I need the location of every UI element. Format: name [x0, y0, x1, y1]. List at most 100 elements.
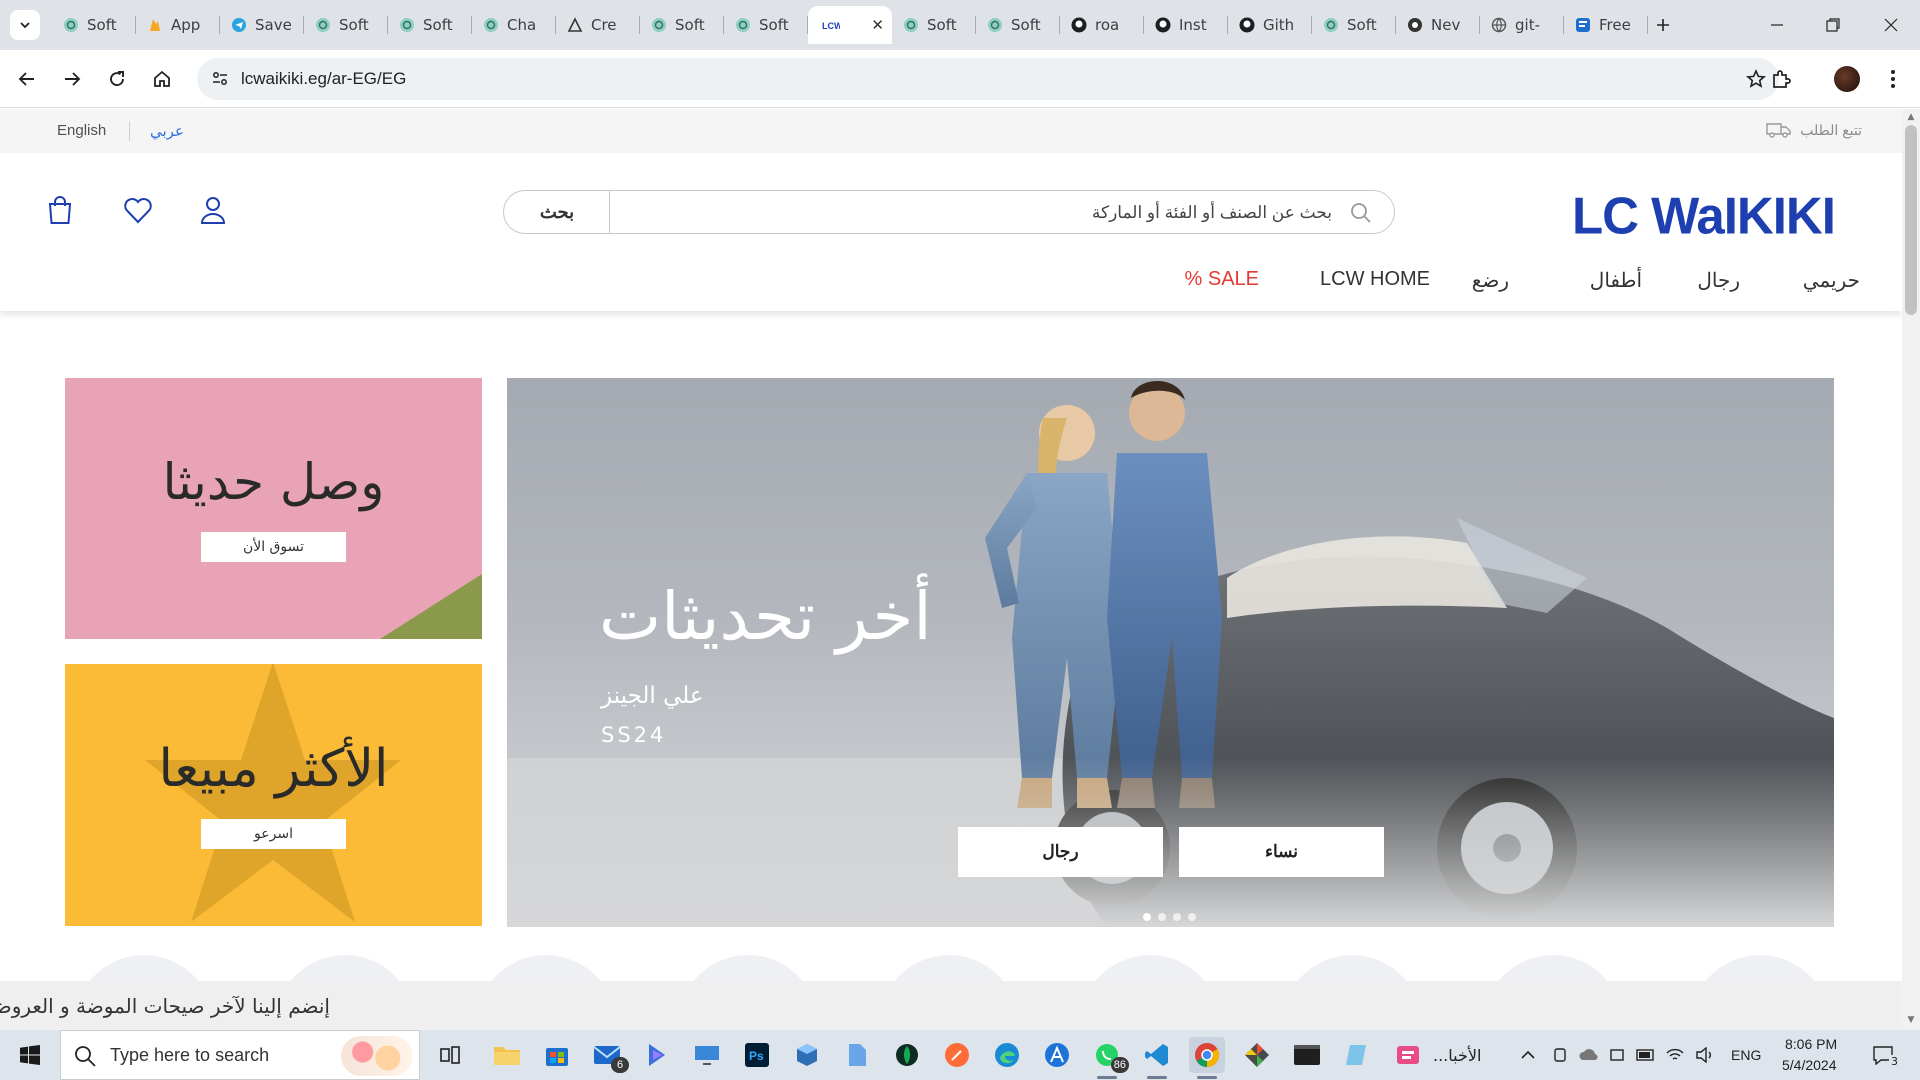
browser-tab[interactable]: git-	[1480, 6, 1564, 44]
category-circle[interactable]	[879, 955, 1019, 981]
back-button[interactable]	[12, 64, 42, 94]
chrome-app[interactable]	[1189, 1037, 1225, 1079]
clock-date[interactable]: 5/4/2024	[1782, 1057, 1837, 1073]
reload-button[interactable]	[102, 64, 132, 94]
shop-now-button[interactable]: تسوق الأن	[201, 532, 346, 562]
browser-tab[interactable]: Soft	[640, 6, 724, 44]
browser-tab[interactable]: Cha	[472, 6, 556, 44]
track-order-link[interactable]: تتبع الطلب	[1766, 121, 1862, 139]
notification-center-button[interactable]: 3	[1868, 1046, 1900, 1068]
category-circle[interactable]	[1483, 955, 1623, 981]
url-text[interactable]: lcwaikiki.eg/ar-EG/EG	[241, 69, 406, 89]
browser-tab[interactable]: Soft	[388, 6, 472, 44]
nav-baby[interactable]: رضع	[1472, 268, 1509, 293]
onedrive-icon[interactable]	[1578, 1046, 1598, 1064]
start-button[interactable]	[0, 1030, 60, 1080]
category-circle[interactable]	[1080, 955, 1220, 981]
category-circle[interactable]	[678, 955, 818, 981]
taskbar-search-box[interactable]: Type here to search	[60, 1030, 420, 1080]
carousel-dot[interactable]	[1188, 913, 1196, 921]
close-window-button[interactable]	[1876, 12, 1906, 38]
category-circle[interactable]	[476, 955, 616, 981]
new-arrivals-banner[interactable]: وصل حديثا تسوق الأن	[65, 378, 482, 639]
photoshop-app[interactable]: Ps	[739, 1037, 775, 1073]
browser-tab[interactable]: Soft	[1312, 6, 1396, 44]
security-icon[interactable]	[1607, 1046, 1627, 1064]
category-circle[interactable]	[1690, 955, 1830, 981]
meet-now-icon[interactable]	[1550, 1046, 1570, 1064]
carousel-dot[interactable]	[1173, 913, 1181, 921]
scrollbar-thumb[interactable]	[1905, 125, 1917, 315]
file-explorer-app[interactable]	[489, 1037, 525, 1073]
vscode-app[interactable]	[1139, 1037, 1175, 1079]
a-app[interactable]	[1039, 1037, 1075, 1073]
browser-tab[interactable]: Nev	[1396, 6, 1480, 44]
mongodb-app[interactable]	[889, 1037, 925, 1073]
extensions-button[interactable]	[1766, 64, 1796, 94]
scroll-down-arrow[interactable]: ▼	[1906, 1015, 1916, 1025]
nav-kids[interactable]: أطفال	[1590, 268, 1642, 293]
site-info-icon[interactable]	[207, 66, 233, 92]
carousel-dot[interactable]	[1143, 913, 1151, 921]
favorites-button[interactable]	[121, 193, 155, 227]
category-circle[interactable]	[275, 955, 415, 981]
volume-icon[interactable]	[1694, 1046, 1714, 1064]
file-app[interactable]	[839, 1037, 875, 1073]
nav-women[interactable]: حريمي	[1803, 268, 1860, 293]
copilot-app[interactable]	[639, 1037, 675, 1073]
browser-tab[interactable]: Soft	[976, 6, 1060, 44]
category-circle[interactable]	[1282, 955, 1422, 981]
browser-tab[interactable]: Soft	[52, 6, 136, 44]
browser-tab[interactable]: Gith	[1228, 6, 1312, 44]
nav-men[interactable]: رجال	[1697, 268, 1740, 293]
tab-search-button[interactable]	[10, 10, 40, 40]
scroll-up-arrow[interactable]: ▲	[1906, 112, 1916, 122]
wifi-icon[interactable]	[1665, 1046, 1685, 1064]
task-view-button[interactable]	[432, 1037, 468, 1073]
nav-lcw-home[interactable]: LCW HOME	[1320, 268, 1430, 291]
whatsapp-app[interactable]: 86	[1089, 1037, 1129, 1079]
clock-time[interactable]: 8:06 PM	[1785, 1036, 1837, 1052]
remote-desktop-app[interactable]	[689, 1037, 725, 1073]
browser-menu-button[interactable]	[1878, 64, 1908, 94]
lc-waikiki-logo[interactable]: LC WaIKIKI	[1572, 189, 1860, 242]
git-app[interactable]	[1239, 1037, 1275, 1073]
virtualbox-app[interactable]	[789, 1037, 825, 1073]
category-circle[interactable]	[74, 955, 214, 981]
language-arabic-link[interactable]: عربي	[150, 122, 184, 140]
browser-tab[interactable]: Free	[1564, 6, 1648, 44]
hurry-button[interactable]: اسرعو	[201, 819, 346, 849]
browser-tab[interactable]: Inst	[1144, 6, 1228, 44]
terminal-app[interactable]	[1289, 1037, 1325, 1073]
profile-avatar[interactable]	[1834, 66, 1860, 92]
shop-men-button[interactable]: رجال	[958, 827, 1163, 877]
postman-app[interactable]	[939, 1037, 975, 1073]
minimize-button[interactable]	[1762, 12, 1792, 38]
language-english-link[interactable]: English	[57, 122, 106, 139]
close-tab-icon[interactable]: ✕	[871, 16, 884, 34]
restore-button[interactable]	[1818, 12, 1848, 38]
shop-women-button[interactable]: نساء	[1179, 827, 1384, 877]
browser-tab[interactable]: Soft	[892, 6, 976, 44]
address-bar[interactable]: lcwaikiki.eg/ar-EG/EG	[197, 58, 1779, 100]
nav-sale[interactable]: % SALE	[1185, 268, 1259, 291]
battery-icon[interactable]	[1636, 1046, 1656, 1064]
browser-tab[interactable]: Save	[220, 6, 304, 44]
browser-tab[interactable]: Soft	[304, 6, 388, 44]
cart-button[interactable]	[43, 193, 77, 227]
mail-app[interactable]: 6	[589, 1037, 629, 1073]
account-button[interactable]	[196, 193, 230, 227]
browser-tab[interactable]: LCW ✕	[808, 6, 892, 44]
browser-tab[interactable]: App	[136, 6, 220, 44]
browser-tab[interactable]: Cre	[556, 6, 640, 44]
browser-tab[interactable]: Soft	[724, 6, 808, 44]
new-tab-button[interactable]	[1650, 12, 1676, 38]
notepad-app[interactable]	[1339, 1037, 1375, 1073]
best-sellers-banner[interactable]: الأكثر مبيعا اسرعو	[65, 664, 482, 926]
search-button[interactable]: بحث	[503, 190, 610, 234]
input-language[interactable]: ENG	[1731, 1047, 1761, 1063]
microsoft-store-app[interactable]	[539, 1037, 575, 1073]
search-input[interactable]: بحث عن الصنف أو الفئة أو الماركة	[609, 190, 1395, 234]
home-button[interactable]	[147, 64, 177, 94]
carousel-dot[interactable]	[1158, 913, 1166, 921]
